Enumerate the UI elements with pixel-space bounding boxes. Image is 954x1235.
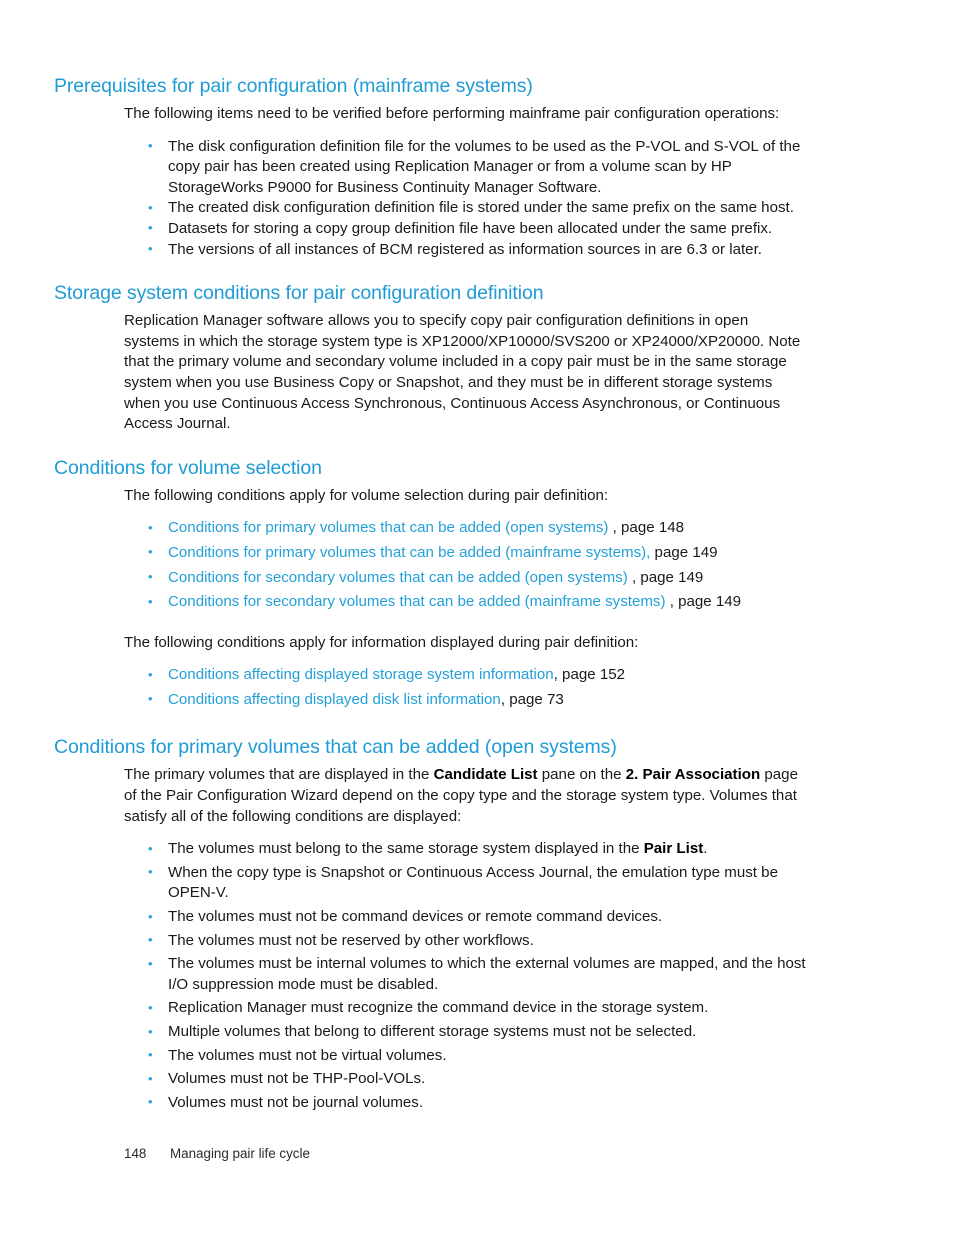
xref-link-primary-mainframe[interactable]: Conditions for primary volumes that can … [168,544,650,561]
volume-selection-link-list: Conditions for primary volumes that can … [54,518,806,612]
xref-link-storage-system-information[interactable]: Conditions affecting displayed storage s… [168,666,554,683]
list-item: Volumes must not be THP-Pool-VOLs. [148,1069,806,1090]
list-item: The versions of all instances of BCM reg… [148,239,806,261]
primary-volumes-intro-paragraph: The primary volumes that are displayed i… [124,765,806,827]
list-item: Multiple volumes that belong to differen… [148,1022,806,1043]
list-item: Conditions for secondary volumes that ca… [148,567,806,589]
xref-page-number: 149 [692,543,718,561]
xref-separator: , page [553,666,600,684]
list-item: Volumes must not be journal volumes. [148,1092,806,1114]
list-item: The disk configuration definition file f… [148,136,806,199]
list-item: Replication Manager must recognize the c… [148,998,806,1019]
list-item: The volumes must not be command devices … [148,907,806,928]
xref-separator: page [650,543,693,561]
term-pair-association: 2. Pair Association [625,766,761,784]
section-heading-conditions-volume-selection: Conditions for volume selection [54,456,322,479]
paragraph-text-part: pane on the [537,766,626,784]
list-item: Datasets for storing a copy group defini… [148,218,806,240]
xref-page-number: 152 [599,666,626,684]
page-content: Prerequisites for pair configuration (ma… [54,74,806,1116]
information-displayed-intro-paragraph: The following conditions apply for infor… [124,633,639,651]
list-item: The volumes must not be reserved by othe… [148,930,806,952]
section-heading-conditions-primary-volumes-open: Conditions for primary volumes that can … [54,736,617,759]
list-item-text: . [703,840,708,858]
footer-page-number: 148 [124,1146,147,1161]
xref-page-number: 149 [715,593,742,611]
list-item: The volumes must be internal volumes to … [148,954,806,995]
xref-separator: , page [627,568,679,586]
document-page: Prerequisites for pair configuration (ma… [0,0,954,1235]
list-item: The volumes must belong to the same stor… [148,839,806,860]
list-item: Conditions for primary volumes that can … [148,518,806,539]
footer-chapter-title: Managing pair life cycle [170,1146,310,1161]
xref-page-number: 73 [546,690,564,708]
term-candidate-list: Candidate List [433,766,538,784]
storage-system-conditions-paragraph: Replication Manager software allows you … [124,312,801,433]
list-item: The volumes must not be virtual volumes. [148,1045,806,1067]
list-item: Conditions for primary volumes that can … [148,542,806,564]
xref-link-secondary-mainframe[interactable]: Conditions for secondary volumes that ca… [168,593,666,610]
xref-separator: , page [500,690,547,708]
paragraph-text-part: The primary volumes that are displayed i… [124,766,434,784]
information-displayed-link-list: Conditions affecting displayed storage s… [54,665,806,710]
list-item: Conditions affecting displayed disk list… [148,689,806,711]
prerequisites-bullet-list: The disk configuration definition file f… [54,136,806,261]
xref-link-disk-list-information[interactable]: Conditions affecting displayed disk list… [168,691,501,708]
xref-page-number: 148 [658,519,684,537]
xref-separator: , page [665,593,716,611]
xref-link-primary-open[interactable]: Conditions for primary volumes that can … [168,519,608,536]
list-item: When the copy type is Snapshot or Contin… [148,862,806,904]
volume-selection-intro-paragraph: The following conditions apply for volum… [124,486,609,504]
section-heading-storage-system-conditions: Storage system conditions for pair confi… [54,282,544,305]
list-item-text: The volumes must belong to the same stor… [168,840,644,858]
primary-volumes-conditions-list: The volumes must belong to the same stor… [54,839,806,1113]
xref-page-number: 149 [678,568,704,586]
list-item: Conditions for secondary volumes that ca… [148,592,806,613]
xref-link-secondary-open[interactable]: Conditions for secondary volumes that ca… [168,569,628,586]
xref-separator: , page [608,519,659,537]
list-item: The created disk configuration definitio… [148,198,806,219]
page-footer: 148 Managing pair life cycle [124,1145,310,1163]
term-pair-list: Pair List [643,840,704,858]
list-item: Conditions affecting displayed storage s… [148,665,806,686]
prerequisites-intro-paragraph: The following items need to be verified … [124,105,780,122]
section-heading-prerequisites: Prerequisites for pair configuration (ma… [54,75,533,97]
